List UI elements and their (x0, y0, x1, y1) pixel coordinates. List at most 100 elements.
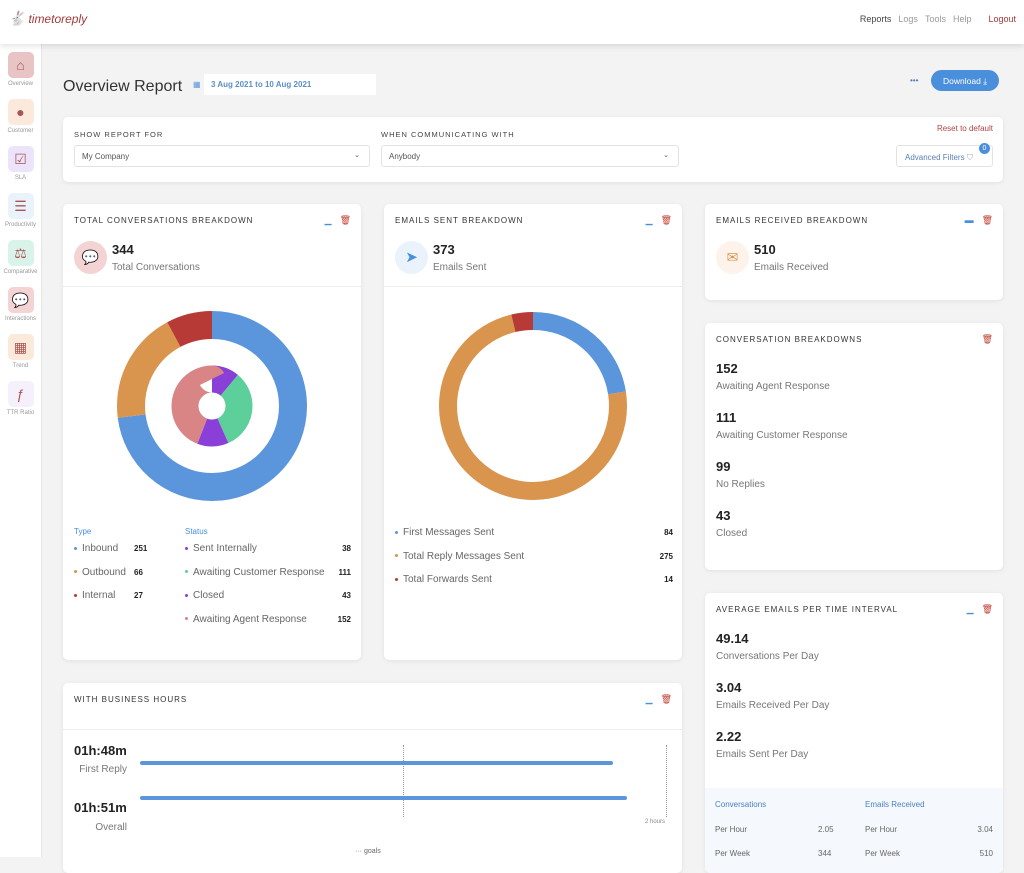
time-value: 01h:48m (74, 743, 127, 758)
time-bar[interactable] (140, 796, 627, 800)
logout-link[interactable]: Logout (988, 14, 1016, 24)
minimize-icon[interactable]: ▁ (967, 604, 974, 615)
legend-item: Closed 43 (185, 590, 351, 601)
breakdown-item: 111 Awaiting Customer Response (716, 410, 848, 441)
trash-icon[interactable]: 🗑 (982, 334, 993, 345)
average-table-row: Per Hour 2.05 Per Hour 3.04 (715, 825, 993, 834)
show-report-for-label: SHOW REPORT FOR (74, 130, 164, 139)
emails-received-label: Emails Received (754, 262, 829, 273)
envelope-icon: ✉ (716, 241, 749, 274)
time-value: 01h:51m (74, 800, 127, 815)
axis-max-line (666, 745, 667, 817)
chevron-down-icon: ⌄ (354, 152, 360, 159)
communicating-with-select[interactable]: Anybody ⌄ (381, 145, 679, 167)
sidebar-item-sla[interactable]: ☑ SLA (0, 138, 41, 185)
total-conversations-label: Total Conversations (112, 262, 200, 273)
maximize-icon[interactable]: ▬ (965, 215, 974, 226)
sidebar-item-overview[interactable]: ⌂ Overview (0, 44, 41, 91)
breakdown-item: 152 Awaiting Agent Response (716, 361, 830, 392)
checklist-icon: ☰ (7, 193, 34, 219)
chevron-down-icon: ⌄ (663, 152, 669, 159)
average-item: 3.04 Emails Received Per Day (716, 680, 830, 711)
emails-sent-value: 373 (433, 242, 455, 257)
chat-bubbles-icon: 💬 (74, 241, 107, 274)
emails-received-value: 510 (754, 242, 776, 257)
type-header: Type (74, 527, 92, 536)
download-icon: ⤓ (983, 76, 987, 86)
legend-item: Awaiting Customer Response 111 (185, 567, 351, 578)
function-icon: ƒ (7, 381, 34, 407)
trash-icon[interactable]: 🗑 (340, 215, 351, 226)
trash-icon[interactable]: 🗑 (982, 604, 993, 615)
calendar-check-icon: ☑ (7, 146, 34, 172)
legend-item: Sent Internally 38 (185, 543, 351, 554)
total-conversations-card: TOTAL CONVERSATIONS BREAKDOWN ▁ 🗑 💬 344 To… (63, 204, 361, 660)
emails-received-card: EMAILS RECEIVED BREAKDOWN ▬ 🗑 ✉ 510 Emails… (705, 204, 1003, 300)
card-title: WITH BUSINESS HOURS (74, 695, 188, 704)
top-header: 🐇 timetoreply Reports Logs Tools Help Log… (0, 0, 1024, 44)
filters-card: SHOW REPORT FOR My Company ⌄ WHEN COMMUNI… (63, 117, 1003, 182)
axis-max-label: 2 hours (645, 819, 666, 825)
logo[interactable]: 🐇 timetoreply (8, 10, 87, 27)
legend-item: Total Forwards Sent 14 (395, 574, 673, 585)
legend-item: Awaiting Agent Response 152 (185, 614, 351, 625)
trash-icon[interactable]: 🗑 (661, 215, 672, 226)
sidebar-item-trend[interactable]: ▦ Trend (0, 326, 41, 373)
status-header: Status (185, 527, 208, 536)
chat-bubbles-icon: 💬 (7, 287, 34, 313)
card-title: EMAILS RECEIVED BREAKDOWN (716, 216, 869, 225)
conversation-breakdowns-card: CONVERSATION BREAKDOWNS 🗑 152 Awaiting Ag… (705, 323, 1003, 570)
legend-item: Inbound 251 (74, 543, 154, 554)
trash-icon[interactable]: 🗑 (661, 694, 672, 705)
time-bar[interactable] (140, 761, 614, 765)
sidebar-item-productivity[interactable]: ☰ Productivity (0, 185, 41, 232)
average-emails-card: AVERAGE EMAILS PER TIME INTERVAL ▁ 🗑 49.1… (705, 593, 1003, 873)
emails-sent-donut (439, 312, 627, 500)
filter-icon: ⛉ (966, 153, 973, 162)
legend-item: Internal 27 (74, 590, 154, 601)
user-icon: ● (7, 99, 34, 125)
scales-icon: ⚖ (7, 240, 34, 266)
emails-sent-label: Emails Sent (433, 262, 487, 273)
average-item: 2.22 Emails Sent Per Day (716, 729, 809, 760)
goals-legend: ··· goals (355, 848, 381, 855)
calendar-icon: ▦ (193, 80, 201, 89)
sidebar-item-ttr-ratio[interactable]: ƒ TTR Ratio (0, 373, 41, 420)
reset-to-default-link[interactable]: Reset to default (937, 124, 993, 133)
sidebar-item-customer[interactable]: ● Customer (0, 91, 41, 138)
communicating-with-label: WHEN COMMUNICATING WITH (381, 130, 515, 139)
calendar-icon: ▦ (7, 334, 34, 360)
advanced-filters-button[interactable]: Advanced Filters ⛉ 0 (896, 143, 993, 167)
total-conversations-value: 344 (112, 242, 134, 257)
download-button[interactable]: Download ⤓ (931, 70, 999, 91)
more-options-button[interactable]: ••• (910, 76, 918, 85)
date-range-picker[interactable]: 3 Aug 2021 to 10 Aug 2021 (204, 74, 376, 95)
col-emails-received: Emails Received (865, 800, 925, 809)
nav-logs[interactable]: Logs (898, 14, 918, 24)
rabbit-icon: 🐇 (8, 10, 26, 26)
trash-icon[interactable]: 🗑 (982, 215, 993, 226)
card-title: TOTAL CONVERSATIONS BREAKDOWN (74, 216, 254, 225)
goal-line (403, 745, 404, 817)
legend-item: First Messages Sent 84 (395, 527, 673, 538)
sidebar-item-interactions[interactable]: 💬 Interactions (0, 279, 41, 326)
minimize-icon[interactable]: ▁ (646, 694, 653, 705)
breakdown-item: 99 No Replies (716, 459, 765, 490)
sidebar-item-comparative[interactable]: ⚖ Comparative (0, 232, 41, 279)
paper-plane-icon: ➤ (395, 241, 428, 274)
nav-help[interactable]: Help (953, 14, 972, 24)
card-title: EMAILS SENT BREAKDOWN (395, 216, 524, 225)
show-report-for-select[interactable]: My Company ⌄ (74, 145, 370, 167)
average-item: 49.14 Conversations Per Day (716, 631, 819, 662)
average-table: Conversations Emails Received Per Hour 2.… (705, 788, 1003, 873)
minimize-icon[interactable]: ▁ (325, 215, 332, 226)
time-label: First Reply (79, 764, 127, 775)
minimize-icon[interactable]: ▁ (646, 215, 653, 226)
card-title: CONVERSATION BREAKDOWNS (716, 335, 863, 344)
time-label: Overall (95, 822, 127, 833)
col-conversations: Conversations (715, 800, 767, 809)
nav-reports[interactable]: Reports (860, 14, 892, 24)
total-conversations-donut (117, 311, 307, 501)
legend-item: Outbound 66 (74, 567, 154, 578)
nav-tools[interactable]: Tools (925, 14, 946, 24)
